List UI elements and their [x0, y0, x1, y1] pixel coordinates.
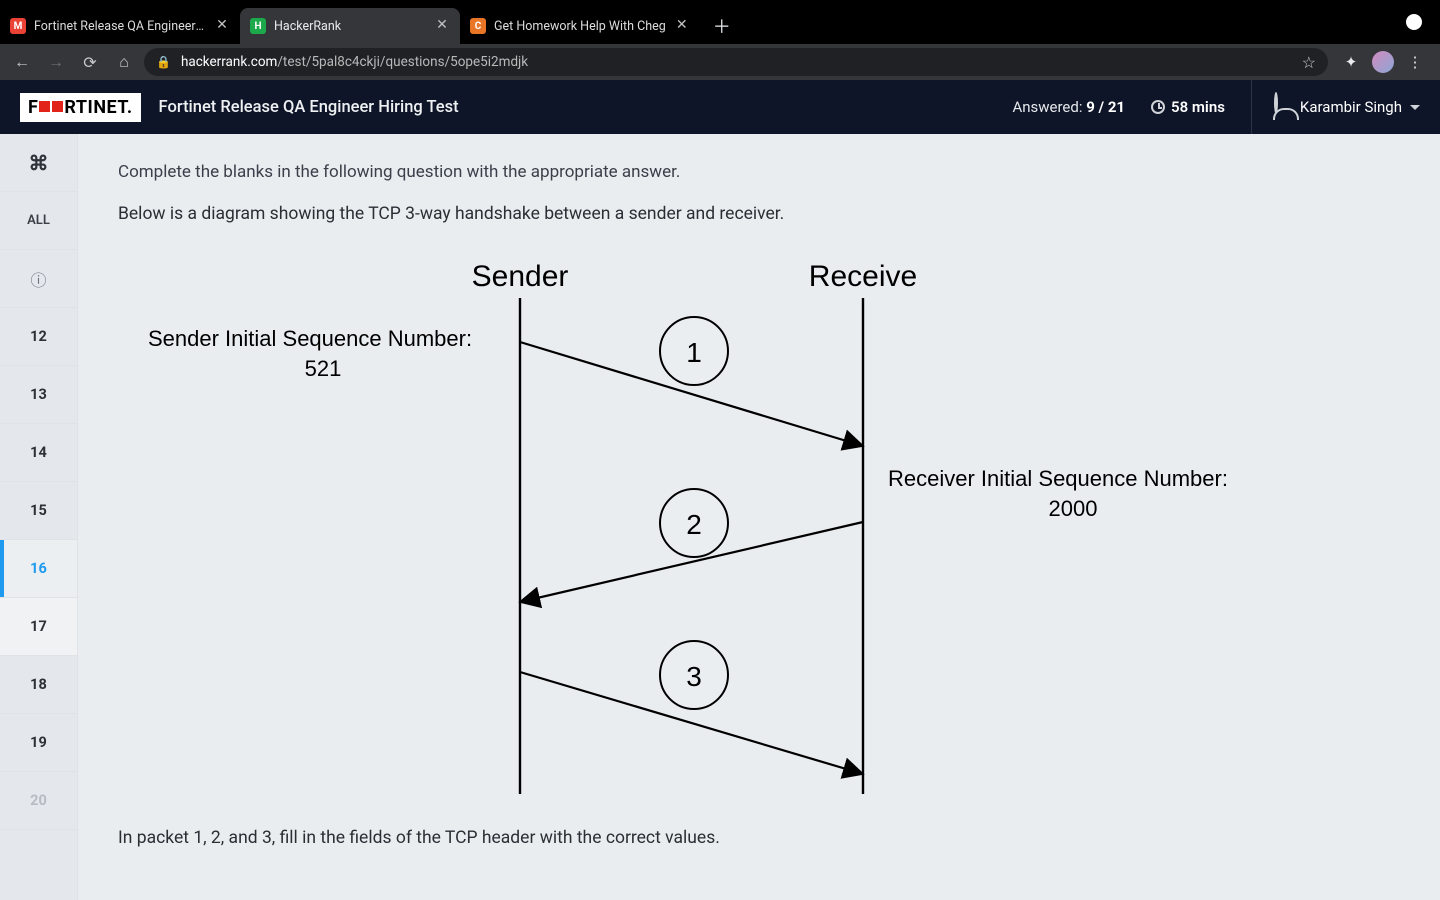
tab-title: Get Homework Help With Cheg [494, 19, 666, 34]
browser-menu-icon[interactable]: ⋮ [1404, 51, 1426, 73]
close-icon[interactable]: ✕ [214, 18, 230, 34]
bookmark-star-icon[interactable]: ☆ [1302, 53, 1316, 72]
timer-value: 58 mins [1171, 98, 1225, 116]
question-nav-item[interactable]: 14 [0, 424, 77, 482]
chegg-icon: C [470, 18, 486, 34]
timer: 58 mins [1151, 98, 1225, 116]
question-nav-item[interactable]: 19 [0, 714, 77, 772]
chevron-down-icon [1410, 105, 1420, 110]
url-host: hackerrank.com [181, 54, 277, 70]
new-tab-button[interactable]: ＋ [708, 12, 736, 40]
browser-tab[interactable]: C Get Homework Help With Cheg ✕ [460, 8, 700, 44]
receiver-isn-value: 2000 [1049, 496, 1098, 521]
question-description: Below is a diagram showing the TCP 3-way… [118, 204, 1400, 224]
answered-value: 9 / 21 [1086, 98, 1125, 116]
question-nav-item[interactable]: 17 [0, 598, 77, 656]
test-title: Fortinet Release QA Engineer Hiring Test [159, 98, 459, 117]
question-nav-item-active[interactable]: 16 [0, 540, 77, 598]
receiver-heading: Receive [809, 260, 917, 293]
user-menu[interactable]: Karambir Singh [1251, 80, 1420, 134]
answered-label: Answered: [1012, 98, 1086, 116]
address-bar[interactable]: 🔒 hackerrank.com/test/5pal8c4ckji/questi… [144, 48, 1328, 76]
question-content: Complete the blanks in the following que… [78, 134, 1440, 900]
command-menu-button[interactable]: ⌘ [0, 134, 77, 192]
reload-button[interactable]: ⟳ [76, 48, 104, 76]
hackerrank-icon: H [250, 18, 266, 34]
user-icon [1274, 92, 1278, 114]
app-topbar: FRTINET. Fortinet Release QA Engineer Hi… [0, 80, 1440, 134]
info-icon: ⓘ [30, 267, 46, 291]
all-questions-button[interactable]: ALL [0, 192, 77, 250]
answered-counter: Answered: 9 / 21 [1012, 98, 1125, 116]
clock-icon [1151, 100, 1165, 114]
browser-tab-active[interactable]: H HackerRank ✕ [240, 8, 460, 44]
url-text: hackerrank.com/test/5pal8c4ckji/question… [181, 54, 528, 70]
extensions-icon[interactable]: ✦ [1340, 51, 1362, 73]
packet-1-label: 1 [686, 337, 702, 368]
question-nav-item[interactable]: 13 [0, 366, 77, 424]
browser-tab-strip: M Fortinet Release QA Engineer H ✕ H Hac… [0, 0, 1440, 44]
question-nav-item[interactable]: 12 [0, 308, 77, 366]
back-button[interactable]: ← [8, 48, 36, 76]
fortinet-logo: FRTINET. [20, 93, 141, 122]
sender-isn-label: Sender Initial Sequence Number: [148, 326, 472, 351]
browser-tab[interactable]: M Fortinet Release QA Engineer H ✕ [0, 8, 240, 44]
account-indicator-icon[interactable] [1406, 14, 1422, 30]
tab-title: HackerRank [274, 19, 426, 34]
sender-heading: Sender [472, 260, 569, 293]
user-name: Karambir Singh [1300, 98, 1402, 116]
question-sidebar: ⌘ ALL ⓘ 12 13 14 15 16 17 18 19 20 [0, 134, 78, 900]
command-icon: ⌘ [29, 151, 49, 175]
receiver-isn-label: Receiver Initial Sequence Number: [888, 466, 1228, 491]
close-icon[interactable]: ✕ [674, 18, 690, 34]
forward-button[interactable]: → [42, 48, 70, 76]
browser-toolbar: ← → ⟳ ⌂ 🔒 hackerrank.com/test/5pal8c4ckj… [0, 44, 1440, 80]
packet-2-label: 2 [686, 509, 702, 540]
profile-avatar-icon[interactable] [1372, 51, 1394, 73]
sender-isn-value: 521 [305, 356, 342, 381]
url-path: /test/5pal8c4ckji/questions/5ope5i2mdjk [277, 54, 528, 70]
gmail-icon: M [10, 18, 26, 34]
info-button[interactable]: ⓘ [0, 250, 77, 308]
tcp-handshake-diagram: Sender Receive Sender Initial Sequence N… [118, 254, 1278, 794]
tab-title: Fortinet Release QA Engineer H [34, 19, 206, 34]
question-nav-item[interactable]: 15 [0, 482, 77, 540]
question-instruction: Complete the blanks in the following que… [118, 162, 1400, 182]
question-followup: In packet 1, 2, and 3, fill in the field… [118, 824, 1400, 848]
question-nav-item[interactable]: 20 [0, 772, 77, 830]
lock-icon: 🔒 [156, 55, 171, 69]
home-button[interactable]: ⌂ [110, 48, 138, 76]
packet-3-label: 3 [686, 661, 702, 692]
question-nav-item[interactable]: 18 [0, 656, 77, 714]
close-icon[interactable]: ✕ [434, 18, 450, 34]
